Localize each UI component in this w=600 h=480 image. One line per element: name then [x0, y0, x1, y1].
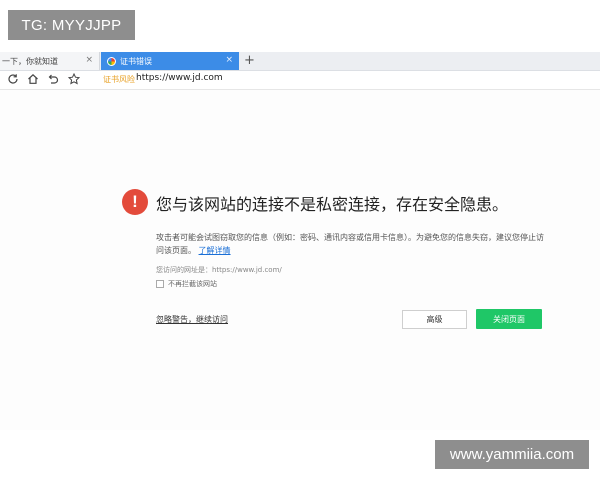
tab-baidu[interactable]: 一下，你就知道 × — [0, 52, 100, 70]
tab-strip: 一下，你就知道 × 证书错误 × + — [0, 52, 600, 71]
navigation-bar: 证书风险 https://www.jd.com — [0, 71, 600, 90]
watermark-top: TG: MYYJJPP — [8, 10, 135, 40]
visited-url-text: 您访问的网址是：https://www.jd.com/ — [156, 266, 282, 274]
certificate-warning-label[interactable]: 证书风险 — [103, 74, 135, 85]
refresh-icon[interactable] — [6, 72, 20, 86]
error-title: 您与该网站的连接不是私密连接，存在安全隐患。 — [156, 195, 509, 214]
ignore-warning-link[interactable]: 忽略警告，继续访问 — [156, 314, 228, 325]
tab-certificate-error[interactable]: 证书错误 × — [101, 52, 239, 70]
checkbox[interactable] — [156, 280, 164, 288]
warning-icon: ! — [122, 189, 148, 215]
do-not-block-option[interactable]: 不再拦截该网站 — [156, 279, 217, 289]
home-icon[interactable] — [26, 72, 40, 86]
star-icon[interactable] — [67, 72, 81, 86]
close-icon[interactable]: × — [85, 55, 93, 65]
browser-favicon-icon — [107, 56, 116, 66]
new-tab-button[interactable]: + — [244, 52, 255, 70]
error-description: 攻击者可能会试图窃取您的信息（例如：密码、通讯内容或信用卡信息）。为避免您的信息… — [156, 231, 548, 257]
close-page-button[interactable]: 关闭页面 — [476, 309, 542, 329]
details-link[interactable]: 了解详情 — [199, 246, 231, 255]
error-page: ! 您与该网站的连接不是私密连接，存在安全隐患。 攻击者可能会试图窃取您的信息（… — [0, 90, 600, 430]
checkbox-label: 不再拦截该网站 — [168, 280, 217, 288]
tab-label: 一下，你就知道 — [2, 56, 58, 66]
tab-label: 证书错误 — [120, 56, 152, 66]
undo-icon[interactable] — [46, 72, 60, 86]
close-icon[interactable]: × — [225, 55, 233, 65]
address-bar-url[interactable]: https://www.jd.com — [136, 73, 223, 83]
watermark-bottom: www.yammiia.com — [435, 440, 589, 469]
advanced-button[interactable]: 高级 — [402, 310, 467, 329]
